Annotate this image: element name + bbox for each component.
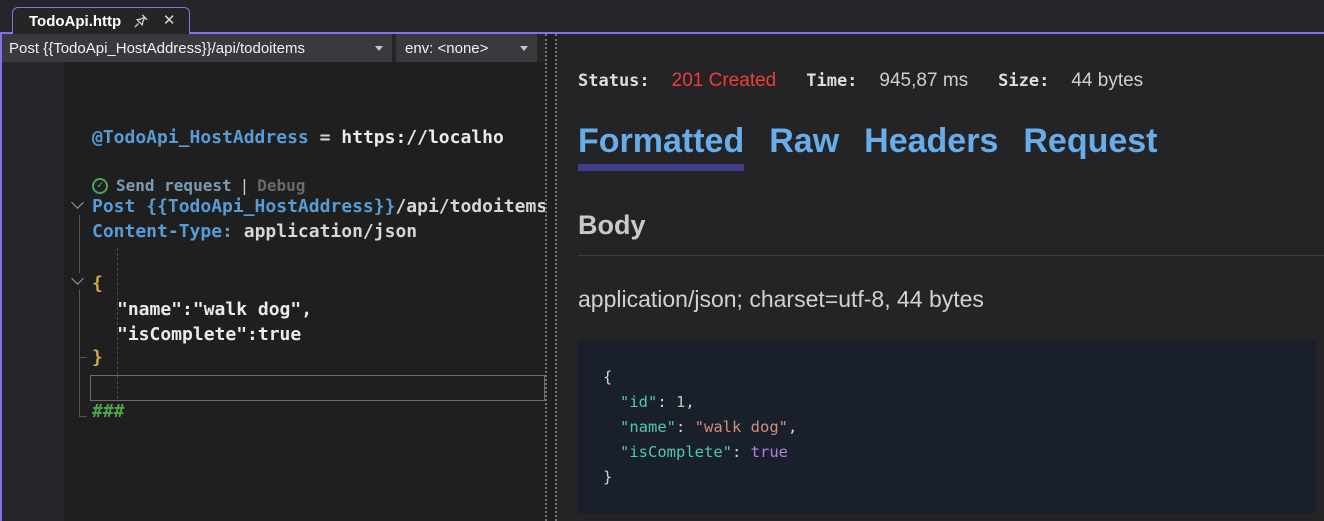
body-section-heading: Body [578,210,646,241]
http-method: Post [92,196,146,217]
response-json-body: {"id": 1,"name": "walk dog","isComplete"… [578,339,1316,514]
host-variable: {{TodoApi_HostAddress}} [146,196,395,217]
editor-json-iscomplete-line: "isComplete":true [117,323,301,347]
response-status-row: Status: 201 Created Time: 945,87 ms Size: 4… [578,70,1143,92]
outline-guide [79,215,80,273]
json-iscomplete-key: "isComplete" [620,443,732,461]
editor-line-variable: @TodoApi_HostAddress = https://localho [92,126,504,150]
send-request-link[interactable]: Send request [116,176,232,195]
request-selector-dropdown[interactable]: Post {{TodoApi_HostAddress}}/api/todoite… [0,34,392,62]
outline-guide [79,289,80,417]
editor-line-request: Post {{TodoApi_HostAddress}}/api/todoite… [92,195,545,219]
status-value: 201 Created [672,70,777,91]
codelens-separator: | [240,176,250,195]
editor-gutter [2,62,64,521]
response-tabs: Formatted Raw Headers Request [578,122,1158,171]
chevron-down-icon [375,46,383,51]
request-path: /api/todoitems [395,196,545,217]
editor-json-name-line: "name":"walk dog", [117,298,312,322]
size-label: Size: [998,71,1049,91]
header-name: Content-Type: [92,221,233,242]
variable-name: @TodoApi_HostAddress [92,127,309,148]
editor-close-brace: } [92,346,103,370]
json-iscomplete-value: true [751,443,788,461]
size-value: 44 bytes [1071,70,1143,91]
http-toolbar: Post {{TodoApi_HostAddress}}/api/todoite… [0,34,545,62]
editor-open-brace: { [92,272,103,296]
time-value: 945,87 ms [879,70,968,91]
tab-todoapi-http[interactable]: TodoApi.http ✕ [12,7,190,34]
json-close-brace: } [603,468,612,486]
status-group: Status: 201 Created [578,70,776,92]
section-divider [578,255,1324,256]
content-type-summary: application/json; charset=utf-8, 44 byte… [578,286,984,313]
outline-guide-corner [79,357,87,358]
json-id-key: "id" [620,393,657,411]
size-group: Size: 44 bytes [998,70,1143,92]
pane-splitter[interactable] [545,34,557,521]
json-id-value: 1 [676,393,685,411]
time-label: Time: [806,71,857,91]
variable-value: https://localho [341,127,504,148]
tab-headers[interactable]: Headers [864,122,998,171]
app-window: TodoApi.http ✕ Post {{TodoApi_HostAddres… [0,0,1324,521]
codelens-actions: Send request | Debug [92,176,305,195]
tab-formatted[interactable]: Formatted [578,122,744,171]
json-open-brace: { [603,368,612,386]
time-group: Time: 945,87 ms [806,70,968,92]
environment-selector-value: env: <none> [405,40,488,57]
outline-guide-corner [79,416,87,417]
status-label: Status: [578,71,650,91]
close-icon[interactable]: ✕ [161,13,177,29]
response-panel: Status: 201 Created Time: 945,87 ms Size: 4… [557,34,1324,521]
request-separator: ### [92,400,125,424]
fold-chevron-icon[interactable] [71,196,84,209]
pin-icon[interactable] [133,13,149,29]
fold-chevron-icon[interactable] [71,272,84,285]
tab-raw[interactable]: Raw [769,122,839,171]
editor-line-header: Content-Type: application/json [92,220,417,244]
json-name-value: "walk dog" [695,418,788,436]
chevron-down-icon [520,46,528,51]
environment-selector-dropdown[interactable]: env: <none> [396,34,537,62]
caret-line-highlight [90,375,545,401]
debug-link[interactable]: Debug [257,176,305,195]
http-editor[interactable]: @TodoApi_HostAddress = https://localho S… [0,62,545,521]
tab-request[interactable]: Request [1023,122,1157,171]
json-name-key: "name" [620,418,676,436]
header-value: application/json [233,221,417,242]
check-circle-icon [92,178,108,194]
tab-title: TodoApi.http [29,13,121,30]
request-selector-value: Post {{TodoApi_HostAddress}}/api/todoite… [9,40,305,57]
window-accent-edge [0,34,2,521]
document-tab-bar: TodoApi.http ✕ [0,0,1324,34]
